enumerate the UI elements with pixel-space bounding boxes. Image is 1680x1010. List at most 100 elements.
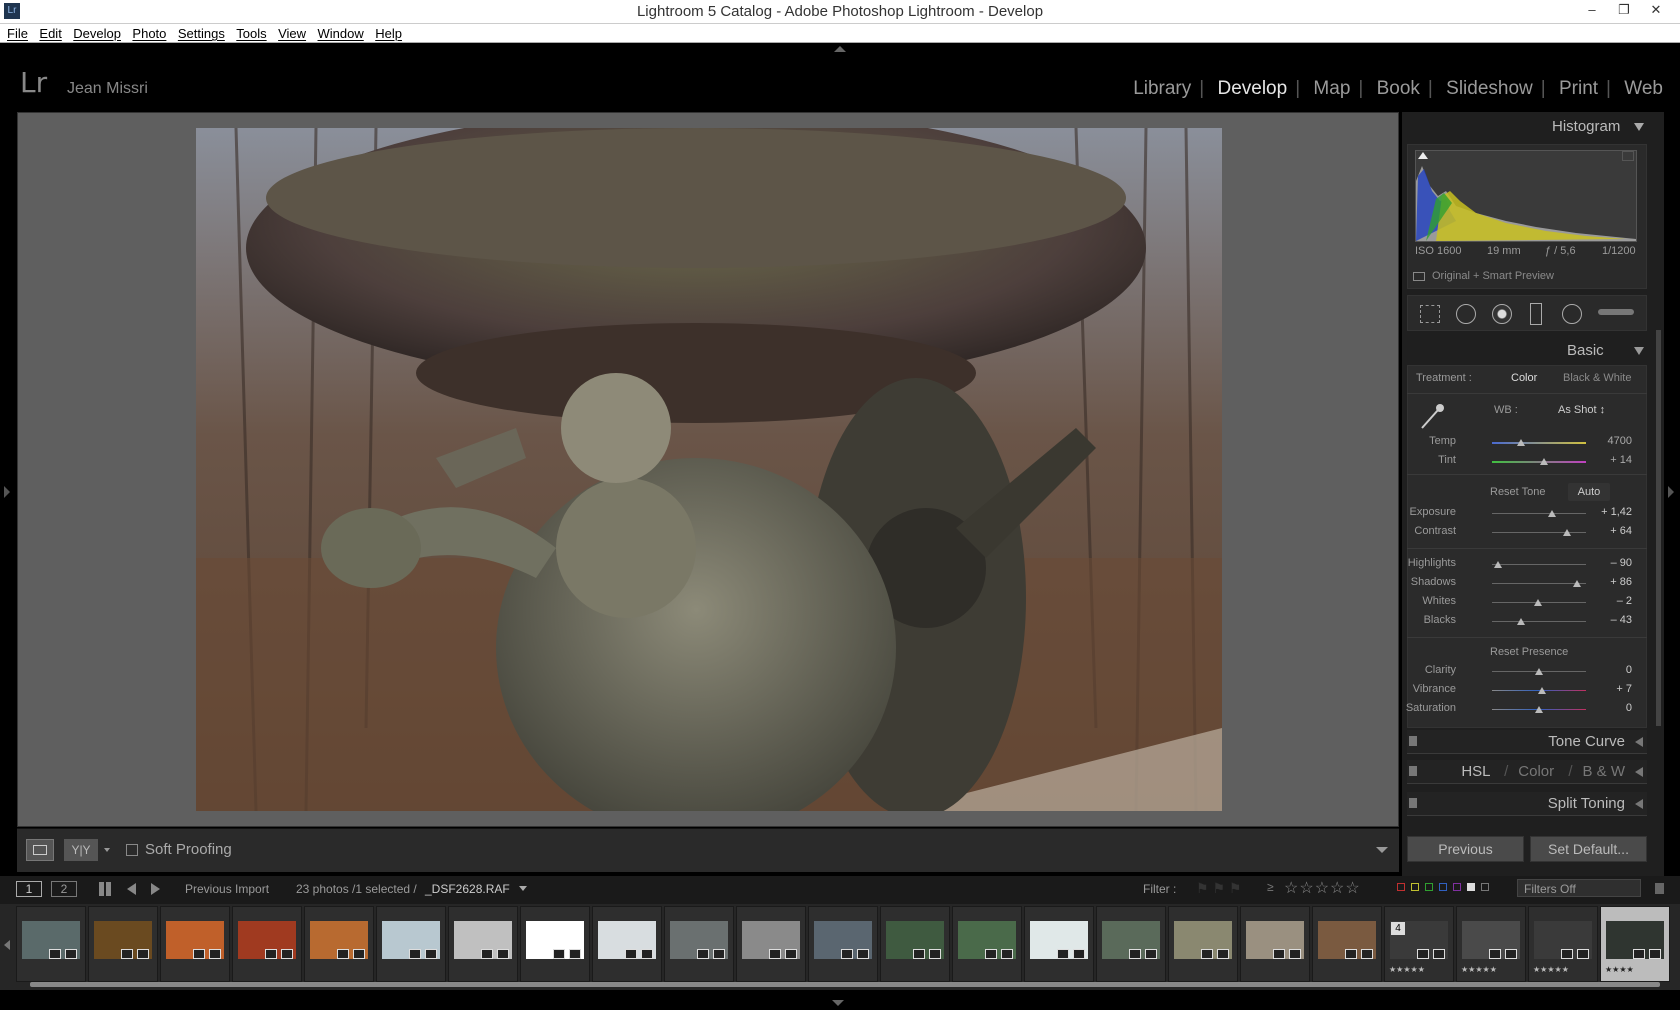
basic-collapse-icon[interactable]	[1634, 347, 1644, 355]
temp-slider-track[interactable]	[1492, 442, 1586, 444]
blacks-slider-track[interactable]	[1492, 621, 1586, 622]
whites-slider-thumb[interactable]	[1534, 599, 1543, 606]
metadata-badge-icon[interactable]	[1417, 949, 1429, 959]
blacks-slider-thumb[interactable]	[1517, 618, 1526, 625]
star-rating[interactable]: ★★★★	[1605, 965, 1634, 974]
develop-badge-icon[interactable]	[1145, 949, 1157, 959]
rating-filter-stars[interactable]: ☆☆☆☆☆	[1284, 878, 1361, 898]
metadata-badge-icon[interactable]	[625, 949, 637, 959]
metadata-badge-icon[interactable]	[1057, 949, 1069, 959]
module-slideshow[interactable]: Slideshow	[1446, 78, 1533, 99]
toolbar-content-dropdown-icon[interactable]	[1376, 847, 1388, 853]
right-panel-scrollbar[interactable]	[1656, 330, 1661, 726]
develop-badge-icon[interactable]	[1433, 949, 1445, 959]
menu-photo[interactable]: Photo	[132, 26, 166, 41]
hsl-tab[interactable]: HSL	[1461, 763, 1490, 780]
menu-settings[interactable]: Settings	[178, 26, 225, 41]
filmstrip-thumbnail[interactable]	[1096, 906, 1166, 982]
filmstrip-thumbnail[interactable]	[160, 906, 230, 982]
wb-dropdown[interactable]: As Shot ↕	[1558, 404, 1605, 416]
menu-develop[interactable]: Develop	[73, 26, 121, 41]
develop-badge-icon[interactable]	[857, 949, 869, 959]
module-develop[interactable]: Develop	[1217, 78, 1287, 99]
menu-file[interactable]: File	[7, 26, 28, 41]
metadata-badge-icon[interactable]	[1489, 949, 1501, 959]
star-rating[interactable]: ★★★★★	[1461, 965, 1497, 974]
develop-badge-icon[interactable]	[1505, 949, 1517, 959]
whites-value[interactable]: – 2	[1592, 595, 1632, 607]
flag-filter-icons[interactable]: ⚑ ⚑ ⚑	[1196, 880, 1241, 897]
filmstrip-thumbnail[interactable]	[16, 906, 86, 982]
metadata-badge-icon[interactable]	[337, 949, 349, 959]
develop-badge-icon[interactable]	[1073, 949, 1085, 959]
highlights-slider-track[interactable]	[1492, 564, 1586, 565]
vibrance-slider-thumb[interactable]	[1537, 687, 1546, 694]
stack-count-badge[interactable]: 4	[1391, 922, 1405, 935]
develop-badge-icon[interactable]	[281, 949, 293, 959]
star-rating[interactable]: ★★★★★	[1389, 965, 1425, 974]
filmstrip-thumbnail[interactable]: 4 ★★★★★	[1384, 906, 1454, 982]
filter-lock-icon[interactable]	[1655, 883, 1664, 894]
filmstrip-scrollbar[interactable]	[30, 982, 1660, 987]
rating-operator[interactable]: ≥	[1267, 880, 1274, 894]
filmstrip-thumbnail[interactable]	[592, 906, 662, 982]
menu-edit[interactable]: Edit	[39, 26, 61, 41]
metadata-badge-icon[interactable]	[1273, 949, 1285, 959]
adjustment-brush-icon[interactable]	[1598, 309, 1634, 315]
metadata-badge-icon[interactable]	[1129, 949, 1141, 959]
main-photo[interactable]	[196, 128, 1222, 811]
panel-switch-icon[interactable]	[1409, 766, 1417, 776]
basic-panel-title[interactable]: Basic	[1567, 342, 1604, 359]
metadata-badge-icon[interactable]	[1201, 949, 1213, 959]
collapse-right-panel-icon[interactable]	[1668, 486, 1674, 498]
contrast-slider-track[interactable]	[1492, 532, 1586, 533]
before-after-icon[interactable]: Y|Y	[64, 839, 98, 861]
metadata-badge-icon[interactable]	[553, 949, 565, 959]
filmstrip-thumbnail[interactable]: ★★★★	[1600, 906, 1670, 982]
preview-status[interactable]: Original + Smart Preview	[1432, 270, 1554, 282]
develop-badge-icon[interactable]	[65, 949, 77, 959]
develop-badge-icon[interactable]	[569, 949, 581, 959]
saturation-value[interactable]: 0	[1592, 702, 1632, 714]
contrast-value[interactable]: + 64	[1592, 525, 1632, 537]
contrast-slider-thumb[interactable]	[1563, 529, 1572, 536]
tint-slider-thumb[interactable]	[1539, 458, 1548, 465]
shadows-value[interactable]: + 86	[1592, 576, 1632, 588]
graduated-filter-icon[interactable]	[1530, 303, 1542, 325]
before-after-dropdown-icon[interactable]	[104, 848, 110, 852]
module-library[interactable]: Library	[1133, 78, 1191, 99]
tone-curve-panel-header[interactable]: Tone Curve	[1407, 730, 1647, 754]
filmstrip-thumbnail[interactable]: ★★★★★	[1456, 906, 1526, 982]
develop-badge-icon[interactable]	[137, 949, 149, 959]
restore-icon[interactable]: ❐	[1608, 0, 1640, 22]
develop-badge-icon[interactable]	[641, 949, 653, 959]
secondary-window-button[interactable]: 2	[51, 881, 77, 897]
filmstrip-thumbnail[interactable]	[232, 906, 302, 982]
develop-badge-icon[interactable]	[1361, 949, 1373, 959]
expand-left-panel-icon[interactable]	[4, 486, 10, 498]
develop-badge-icon[interactable]	[1577, 949, 1589, 959]
filters-off-dropdown[interactable]: Filters Off	[1517, 879, 1641, 897]
metadata-badge-icon[interactable]	[1561, 949, 1573, 959]
module-print[interactable]: Print	[1559, 78, 1598, 99]
filmstrip-thumbnail[interactable]: ★★★★★	[1528, 906, 1598, 982]
highlights-slider-thumb[interactable]	[1493, 561, 1502, 568]
filmstrip-thumbnail[interactable]	[880, 906, 950, 982]
tint-value[interactable]: + 14	[1592, 454, 1632, 466]
minimize-icon[interactable]: –	[1576, 0, 1608, 22]
menu-help[interactable]: Help	[375, 26, 402, 41]
menu-window[interactable]: Window	[318, 26, 364, 41]
metadata-badge-icon[interactable]	[1345, 949, 1357, 959]
source-label[interactable]: Previous Import	[185, 882, 269, 896]
bw-tab[interactable]: B & W	[1582, 763, 1625, 780]
split-toning-title[interactable]: Split Toning	[1548, 795, 1625, 812]
back-arrow-icon[interactable]	[127, 883, 136, 895]
filmstrip-thumbnail[interactable]	[1168, 906, 1238, 982]
filmstrip-left-arrow[interactable]	[4, 940, 10, 950]
auto-tone-button[interactable]: Auto	[1568, 483, 1610, 501]
exposure-value[interactable]: + 1,42	[1592, 506, 1632, 518]
develop-badge-icon[interactable]	[1001, 949, 1013, 959]
histogram-title[interactable]: Histogram	[1552, 118, 1620, 135]
wb-eyedropper-icon[interactable]	[1418, 402, 1446, 430]
split-toning-expand-icon[interactable]	[1635, 799, 1643, 809]
